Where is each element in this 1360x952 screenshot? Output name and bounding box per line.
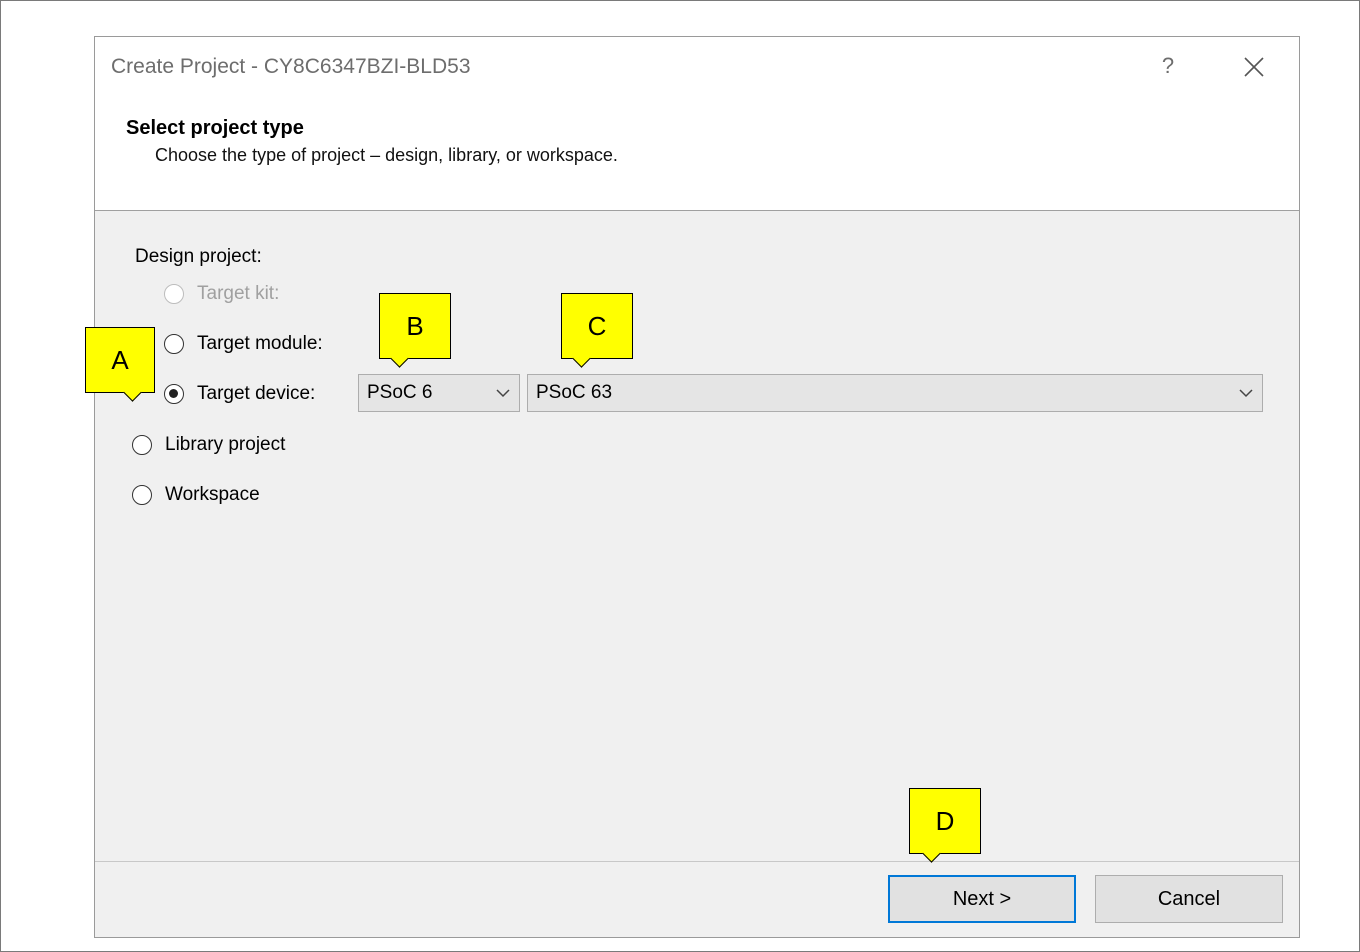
radio-target-kit[interactable]: Target kit: <box>164 283 279 305</box>
radio-label: Target device: <box>197 383 316 404</box>
radio-label: Workspace <box>165 484 260 505</box>
close-button[interactable] <box>1239 51 1269 81</box>
design-project-label: Design project: <box>135 246 262 267</box>
radio-button[interactable] <box>164 284 184 304</box>
next-button[interactable]: Next > <box>888 875 1076 923</box>
radio-target-module[interactable]: Target module: <box>164 333 323 355</box>
radio-workspace[interactable]: Workspace <box>132 484 260 506</box>
callout-a: A <box>85 327 155 402</box>
device-series-dropdown[interactable]: PSoC 63 <box>527 374 1263 412</box>
close-icon <box>1244 57 1264 77</box>
radio-library-project[interactable]: Library project <box>132 434 285 456</box>
radio-label: Target kit: <box>197 283 280 304</box>
dialog-footer: Next > Cancel <box>95 861 1299 937</box>
dialog-header: Create Project - CY8C6347BZI-BLD53 ? Sel… <box>95 37 1299 211</box>
callout-label: A <box>111 344 129 375</box>
radio-button[interactable] <box>164 334 184 354</box>
radio-button[interactable] <box>164 384 184 404</box>
create-project-dialog: Create Project - CY8C6347BZI-BLD53 ? Sel… <box>94 36 1300 938</box>
callout-label: B <box>406 310 424 341</box>
dropdown-value: PSoC 6 <box>367 382 433 403</box>
callout-b: B <box>379 293 451 368</box>
radio-button[interactable] <box>132 435 152 455</box>
callout-label: D <box>935 805 955 836</box>
radio-label: Library project <box>165 434 286 455</box>
callout-d: D <box>909 788 981 863</box>
callout-label: C <box>587 310 607 341</box>
device-family-dropdown[interactable]: PSoC 6 <box>358 374 520 412</box>
help-button[interactable]: ? <box>1155 51 1181 81</box>
chevron-down-icon <box>1239 389 1253 398</box>
chevron-down-icon <box>496 389 510 398</box>
radio-label: Target module: <box>197 333 323 354</box>
callout-c: C <box>561 293 633 368</box>
dropdown-value: PSoC 63 <box>536 382 613 403</box>
radio-target-device[interactable]: Target device: <box>164 383 315 405</box>
radio-button[interactable] <box>132 485 152 505</box>
cancel-button[interactable]: Cancel <box>1095 875 1283 923</box>
section-description: Choose the type of project – design, lib… <box>155 145 618 165</box>
section-title: Select project type <box>126 117 304 139</box>
dialog-title: Create Project - CY8C6347BZI-BLD53 <box>111 55 471 78</box>
